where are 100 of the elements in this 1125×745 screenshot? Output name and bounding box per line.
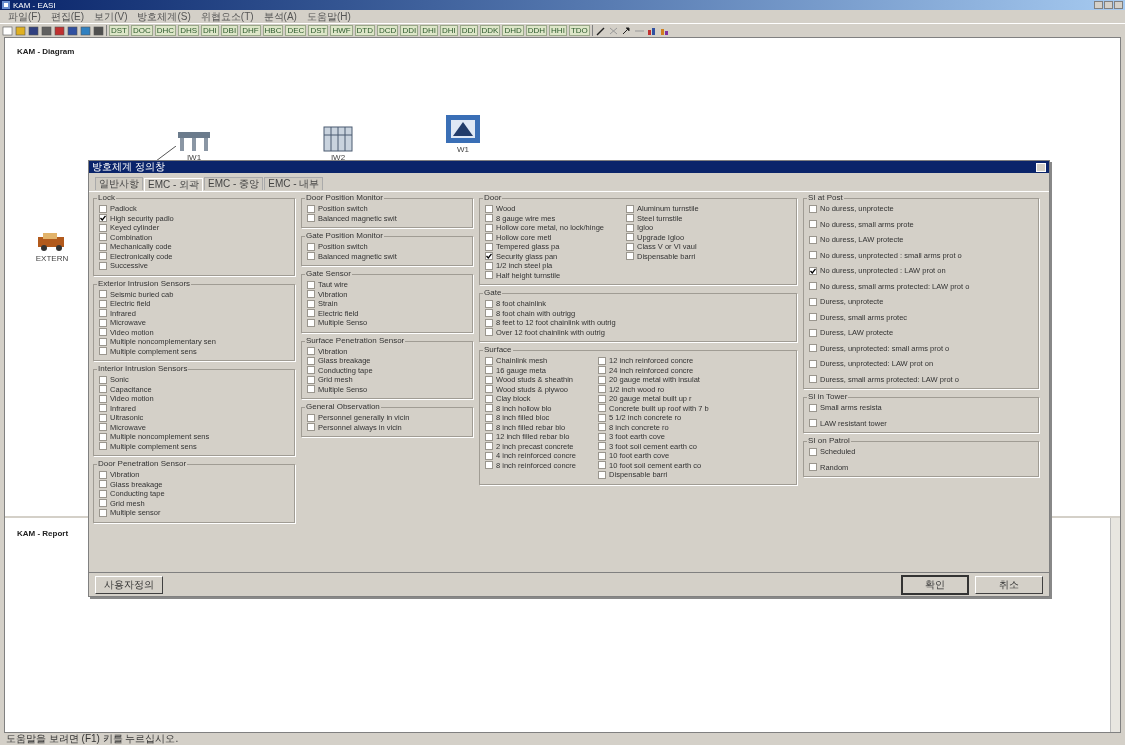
checkbox[interactable] [598, 442, 607, 451]
checkbox[interactable] [485, 375, 493, 384]
menu-item[interactable]: 방호체계(S) [137, 10, 191, 23]
checkbox[interactable] [307, 280, 315, 289]
toolbar-button[interactable]: DHD [502, 25, 524, 36]
checkbox[interactable] [809, 313, 817, 322]
checkbox[interactable] [99, 214, 107, 223]
checkbox[interactable] [307, 385, 315, 394]
toolbar-button[interactable]: DCD [377, 25, 399, 36]
checkbox[interactable] [485, 461, 493, 470]
checkbox[interactable] [809, 403, 817, 412]
checkbox[interactable] [485, 252, 493, 261]
checkbox[interactable] [598, 366, 607, 375]
checkbox[interactable] [485, 423, 493, 432]
menu-item[interactable]: 보기(V) [94, 10, 128, 23]
checkbox[interactable] [307, 299, 315, 308]
checkbox[interactable] [809, 419, 817, 428]
tab[interactable]: EMC - 외곽 [144, 178, 204, 191]
toolbar-button[interactable]: DHC [154, 25, 177, 36]
checkbox[interactable] [809, 235, 817, 244]
checkbox[interactable] [598, 356, 607, 365]
menu-item[interactable]: 분석(A) [263, 10, 297, 23]
checkbox[interactable] [307, 252, 315, 261]
menu-item[interactable]: 도움말(H) [306, 10, 351, 23]
checkbox[interactable] [485, 356, 493, 365]
checkbox[interactable] [307, 366, 315, 375]
checkbox[interactable] [626, 204, 634, 213]
toolbar-button[interactable]: DST [308, 25, 329, 36]
toolbar-icon[interactable] [67, 25, 78, 36]
checkbox[interactable] [809, 266, 817, 275]
menu-item[interactable]: 위협요소(T) [200, 10, 254, 23]
toolbar-button[interactable]: DDK [479, 25, 501, 36]
maximize-button[interactable] [1104, 1, 1113, 9]
checkbox[interactable] [307, 356, 315, 365]
checkbox[interactable] [485, 233, 493, 242]
tab[interactable]: EMC - 중앙 [204, 177, 264, 190]
checkbox[interactable] [485, 404, 493, 413]
checkbox[interactable] [598, 413, 607, 422]
minimize-button[interactable] [1094, 1, 1103, 9]
chart-icon[interactable] [646, 25, 658, 36]
checkbox[interactable] [626, 214, 634, 223]
checkbox[interactable] [626, 252, 634, 261]
toolbar-button[interactable]: DHS [178, 25, 199, 36]
checkbox[interactable] [485, 271, 493, 280]
checkbox[interactable] [99, 242, 107, 251]
checkbox[interactable] [809, 220, 817, 229]
checkbox[interactable] [598, 451, 607, 460]
checkbox[interactable] [99, 337, 107, 346]
checkbox[interactable] [307, 204, 315, 213]
checkbox[interactable] [307, 309, 315, 318]
tab[interactable]: 일반사항 [95, 177, 143, 190]
checkbox[interactable] [598, 470, 607, 479]
checkbox[interactable] [485, 309, 493, 318]
ok-button[interactable]: 확인 [901, 574, 969, 595]
toolbar-button[interactable]: DHI [439, 25, 458, 36]
checkbox[interactable] [99, 233, 107, 242]
checkbox[interactable] [99, 261, 107, 270]
checkbox[interactable] [307, 290, 315, 299]
checkbox[interactable] [307, 423, 315, 432]
checkbox[interactable] [99, 318, 107, 327]
menu-item[interactable]: 파일(F) [8, 10, 41, 23]
checkbox[interactable] [99, 432, 107, 441]
checkbox[interactable] [99, 290, 107, 299]
checkbox[interactable] [99, 309, 107, 318]
checkbox[interactable] [99, 489, 107, 498]
cancel-button[interactable]: 취소 [975, 575, 1043, 594]
checkbox[interactable] [809, 328, 817, 337]
checkbox[interactable] [626, 242, 634, 251]
checkbox[interactable] [485, 214, 493, 223]
checkbox[interactable] [485, 242, 493, 251]
checkbox[interactable] [809, 463, 817, 472]
checkbox[interactable] [598, 404, 607, 413]
toolbar-button[interactable]: DTD [354, 25, 376, 36]
checkbox[interactable] [99, 413, 107, 422]
toolbar-button[interactable]: DHI [420, 25, 438, 36]
checkbox[interactable] [307, 347, 315, 356]
toolbar-button[interactable]: HWF [330, 25, 353, 36]
checkbox[interactable] [99, 385, 107, 394]
menu-item[interactable]: 편집(E) [50, 10, 85, 23]
checkbox[interactable] [809, 251, 817, 260]
checkbox[interactable] [485, 432, 493, 441]
checkbox[interactable] [99, 470, 107, 479]
checkbox[interactable] [99, 480, 107, 489]
checkbox[interactable] [99, 394, 107, 403]
checkbox[interactable] [485, 394, 493, 403]
checkbox[interactable] [99, 347, 107, 356]
checkbox[interactable] [485, 442, 493, 451]
toolbar-button[interactable]: DOC [131, 25, 153, 36]
checkbox[interactable] [485, 299, 493, 308]
toolbar-button[interactable]: DDI [459, 25, 478, 36]
checkbox[interactable] [626, 223, 634, 232]
checkbox[interactable] [809, 344, 817, 353]
checkbox[interactable] [99, 499, 107, 508]
checkbox[interactable] [598, 394, 607, 403]
checkbox[interactable] [485, 451, 493, 460]
checkbox[interactable] [99, 223, 107, 232]
checkbox[interactable] [809, 282, 817, 291]
checkbox[interactable] [598, 423, 607, 432]
checkbox[interactable] [485, 204, 493, 213]
checkbox[interactable] [485, 261, 493, 270]
